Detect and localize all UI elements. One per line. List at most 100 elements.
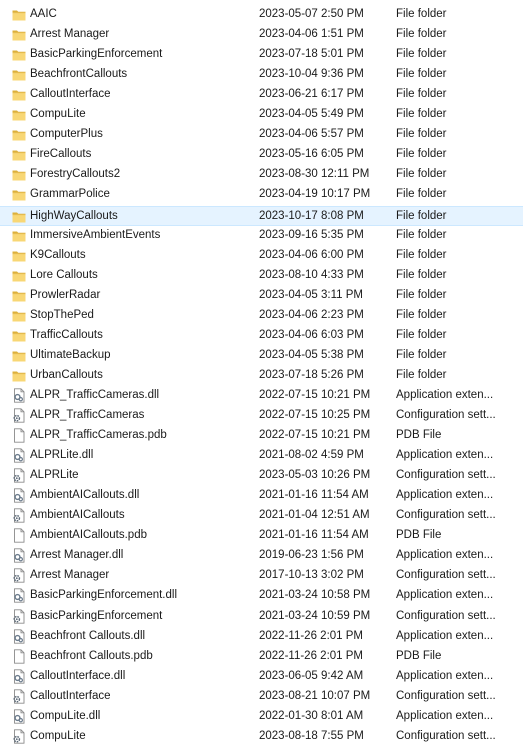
file-name: TrafficCallouts	[30, 328, 103, 341]
date-modified: 2021-01-04 12:51 AM	[259, 509, 370, 522]
file-type: Application exten...	[396, 549, 494, 562]
file-type: Configuration sett...	[396, 569, 496, 582]
file-type: Application exten...	[396, 629, 494, 642]
file-type: File folder	[396, 268, 447, 281]
file-name: ImmersiveAmbientEvents	[30, 228, 161, 241]
folder-row[interactable]: Lore Callouts 2023-08-10 4:33 PM File fold…	[0, 266, 523, 286]
blank-file-icon	[12, 648, 26, 664]
date-modified: 2023-10-17 8:08 PM	[259, 209, 364, 222]
file-row[interactable]: ALPRLite.dll 2021-08-02 4:59 PM Applicatio…	[0, 446, 523, 466]
folder-icon	[12, 147, 26, 162]
file-row[interactable]: Arrest Manager.dll 2019-06-23 1:56 PM Appl…	[0, 546, 523, 566]
file-row[interactable]: CalloutInterface 2023-08-21 10:07 PM Confi…	[0, 687, 523, 707]
file-row[interactable]: CompuLite.dll 2022-01-30 8:01 AM Applicati…	[0, 707, 523, 727]
folder-icon	[12, 348, 26, 363]
dll-file-icon	[12, 388, 26, 403]
file-name: ALPR_TrafficCameras.dll	[30, 388, 160, 401]
file-row[interactable]: BasicParkingEnforcement 2021-03-24 10:59 …	[0, 607, 523, 627]
file-type: File folder	[396, 8, 447, 20]
folder-icon	[12, 328, 26, 343]
folder-row[interactable]: GrammarPolice 2023-04-19 10:17 PM File fol…	[0, 185, 523, 205]
folder-row[interactable]: CalloutInterface 2023-06-21 6:17 PM File f…	[0, 85, 523, 105]
file-type: File folder	[396, 328, 447, 341]
file-row[interactable]: Beachfront Callouts.pdb 2022-11-26 2:01 P…	[0, 647, 523, 667]
file-row[interactable]: AmbientAICallouts 2021-01-04 12:51 AM Conf…	[0, 506, 523, 526]
file-type: File folder	[396, 148, 447, 161]
folder-row[interactable]: UrbanCallouts 2023-07-18 5:26 PM File fold…	[0, 366, 523, 386]
folder-row[interactable]: FireCallouts 2023-05-16 6:05 PM File folde…	[0, 145, 523, 165]
file-row[interactable]: CalloutInterface.dll 2023-06-05 9:42 AM Ap…	[0, 667, 523, 687]
folder-row[interactable]: CompuLite 2023-04-05 5:49 PM File folder	[0, 105, 523, 125]
config-file-icon	[12, 608, 26, 624]
date-modified: 2023-04-05 5:49 PM	[259, 108, 364, 121]
file-row[interactable]: ALPR_TrafficCameras.dll 2022-07-15 10:21 …	[0, 386, 523, 406]
file-row[interactable]: CompuLite 2023-08-18 7:55 PM Configuration…	[0, 727, 523, 747]
folder-row[interactable]: StopThePed 2023-04-06 2:23 PM File folder	[0, 306, 523, 326]
file-type: File folder	[396, 108, 447, 121]
file-row[interactable]: ALPRLite 2023-05-03 10:26 PM Configuration…	[0, 466, 523, 486]
date-modified: 2022-07-15 10:21 PM	[259, 429, 371, 442]
file-type: PDB File	[396, 649, 442, 662]
folder-row[interactable]: K9Callouts 2023-04-06 6:00 PM File folder	[0, 246, 523, 266]
file-name: GrammarPolice	[30, 188, 110, 201]
config-file-icon	[12, 508, 26, 523]
dll-file-icon	[12, 709, 26, 724]
file-name: Lore Callouts	[30, 268, 98, 281]
file-type: Application exten...	[396, 388, 494, 401]
folder-icon	[12, 308, 26, 323]
folder-row[interactable]: TrafficCallouts 2023-04-06 6:03 PM File fo…	[0, 326, 523, 346]
file-name: ALPRLite.dll	[30, 449, 94, 462]
folder-icon	[12, 7, 26, 22]
file-type: File folder	[396, 168, 447, 181]
folder-row[interactable]: BeachfrontCallouts 2023-10-04 9:36 PM File…	[0, 65, 523, 85]
file-name: Beachfront Callouts.dll	[30, 629, 146, 642]
file-name: AmbientAICallouts.pdb	[30, 529, 147, 542]
file-row[interactable]: Beachfront Callouts.dll 2022-11-26 2:01 P…	[0, 627, 523, 647]
file-row[interactable]: Arrest Manager 2017-10-13 3:02 PM Configur…	[0, 566, 523, 586]
folder-row[interactable]: Arrest Manager 2023-04-06 1:51 PM File fol…	[0, 25, 523, 45]
config-file-icon	[12, 468, 26, 483]
folder-icon	[12, 288, 26, 303]
file-name: UltimateBackup	[30, 348, 111, 361]
date-modified: 2022-07-15 10:25 PM	[259, 409, 371, 421]
dll-file-icon	[12, 488, 26, 503]
date-modified: 2022-11-26 2:01 PM	[259, 649, 363, 662]
dll-file-icon	[12, 548, 26, 563]
date-modified: 2021-01-16 11:54 AM	[259, 489, 369, 502]
folder-row[interactable]: AAIC 2023-05-07 2:50 PM File folder	[0, 5, 523, 25]
blank-file-icon	[12, 528, 26, 543]
folder-row[interactable]: HighWayCallouts 2023-10-17 8:08 PM File fo…	[0, 205, 523, 226]
date-modified: 2023-06-21 6:17 PM	[259, 88, 364, 101]
file-row[interactable]: BasicParkingEnforcement.dll 2021-03-24 10…	[0, 586, 523, 606]
date-modified: 2023-05-07 2:50 PM	[259, 8, 364, 20]
dll-file-icon	[12, 448, 26, 463]
date-modified: 2023-07-18 5:01 PM	[259, 48, 364, 61]
folder-row[interactable]: ImmersiveAmbientEvents 2023-09-16 5:35 PM…	[0, 226, 523, 246]
file-row[interactable]: ALPR_TrafficCameras 2022-07-15 10:25 PM Co…	[0, 406, 523, 426]
date-modified: 2023-07-18 5:26 PM	[259, 368, 364, 381]
folder-row[interactable]: BasicParkingEnforcement 2023-07-18 5:01 P…	[0, 45, 523, 65]
dll-file-icon	[12, 628, 26, 644]
file-type: File folder	[396, 209, 447, 222]
file-row[interactable]: ALPR_TrafficCameras.pdb 2022-07-15 10:21 …	[0, 426, 523, 446]
file-name: ProwlerRadar	[30, 288, 101, 301]
date-modified: 2023-08-10 4:33 PM	[259, 268, 364, 281]
folder-row[interactable]: ProwlerRadar 2023-04-05 3:11 PM File folde…	[0, 286, 523, 306]
file-type: Configuration sett...	[396, 689, 496, 702]
folder-row[interactable]: ComputerPlus 2023-04-06 5:57 PM File folde…	[0, 125, 523, 145]
file-row[interactable]: AmbientAICallouts.pdb 2021-01-16 11:54 AM…	[0, 526, 523, 546]
file-row[interactable]: AmbientAICallouts.dll 2021-01-16 11:54 AM…	[0, 486, 523, 506]
file-type: File folder	[396, 68, 447, 81]
file-type: File folder	[396, 188, 447, 201]
file-name: CompuLite.dll	[30, 709, 101, 722]
file-name: ALPRLite	[30, 469, 79, 482]
file-type: File folder	[396, 248, 447, 261]
folder-row[interactable]: UltimateBackup 2023-04-05 5:38 PM File fol…	[0, 346, 523, 366]
date-modified: 2022-01-30 8:01 AM	[259, 709, 364, 722]
folder-icon	[12, 47, 26, 62]
folder-row[interactable]: ForestryCallouts2 2023-08-30 12:11 PM File…	[0, 165, 523, 185]
date-modified: 2023-04-06 6:00 PM	[259, 248, 364, 261]
file-type: Configuration sett...	[396, 409, 496, 421]
date-modified: 2023-10-04 9:36 PM	[259, 68, 364, 81]
folder-icon	[12, 228, 26, 243]
